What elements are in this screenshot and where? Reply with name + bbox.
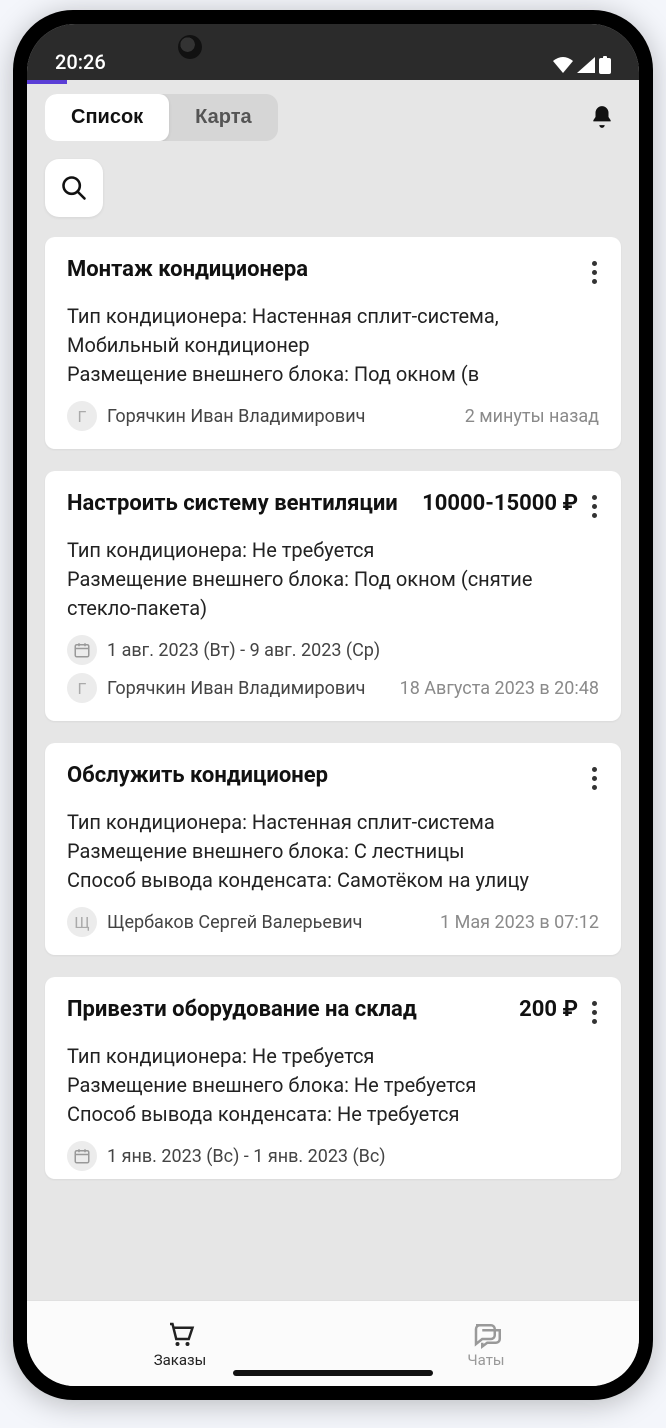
calendar-icon xyxy=(67,1141,97,1171)
orders-list[interactable]: Монтаж кондиционера Тип кондиционера: На… xyxy=(27,237,639,1300)
tab-map[interactable]: Карта xyxy=(169,94,277,141)
nav-orders-label: Заказы xyxy=(154,1351,207,1369)
signal-icon xyxy=(577,57,595,73)
order-menu-button[interactable] xyxy=(590,491,599,522)
loading-progress xyxy=(27,80,639,84)
order-menu-button[interactable] xyxy=(590,763,599,794)
search-icon xyxy=(60,174,88,202)
author-name: Щербаков Сергей Валерьевич xyxy=(107,912,430,933)
order-description: Тип кондиционера: Не требуется Размещени… xyxy=(67,1042,599,1129)
search-button[interactable] xyxy=(45,159,103,217)
order-time: 2 минуты назад xyxy=(465,406,599,427)
author-name: Горячкин Иван Владимирович xyxy=(107,406,455,427)
order-card[interactable]: Привезти оборудование на склад 200 ₽ Тип… xyxy=(45,977,621,1179)
home-indicator[interactable] xyxy=(233,1370,433,1376)
order-card[interactable]: Обслужить кондиционер Тип кондиционера: … xyxy=(45,743,621,955)
order-title: Настроить систему вентиляции xyxy=(67,491,410,516)
screen: 20:26 Список Карта xyxy=(27,24,639,1386)
order-description: Тип кондиционера: Настенная сплит-систем… xyxy=(67,808,599,895)
view-toggle: Список Карта xyxy=(45,94,278,141)
order-price: 10000-15000 ₽ xyxy=(422,491,578,516)
author-name: Горячкин Иван Владимирович xyxy=(107,678,390,699)
avatar: Г xyxy=(67,401,97,431)
notifications-button[interactable] xyxy=(589,98,621,137)
phone-frame: 20:26 Список Карта xyxy=(13,10,653,1400)
nav-chats-label: Чаты xyxy=(467,1351,504,1369)
order-title: Монтаж кондиционера xyxy=(67,257,578,282)
top-bar: Список Карта xyxy=(27,84,639,141)
order-menu-button[interactable] xyxy=(590,257,599,288)
status-bar: 20:26 xyxy=(27,24,639,80)
avatar: Щ xyxy=(67,907,97,937)
cart-icon xyxy=(165,1319,195,1349)
wifi-icon xyxy=(553,57,573,73)
order-card[interactable]: Настроить систему вентиляции 10000-15000… xyxy=(45,471,621,721)
order-time: 18 Августа 2023 в 20:48 xyxy=(400,678,599,699)
order-date-range: 1 авг. 2023 (Вт) - 9 авг. 2023 (Ср) xyxy=(107,640,380,661)
status-time: 20:26 xyxy=(55,50,106,74)
chat-icon xyxy=(471,1319,501,1349)
order-menu-button[interactable] xyxy=(590,997,599,1028)
order-title: Привезти оборудование на склад xyxy=(67,997,507,1022)
order-title: Обслужить кондиционер xyxy=(67,763,578,788)
order-price: 200 ₽ xyxy=(519,997,578,1022)
search-row xyxy=(27,141,639,237)
bell-icon xyxy=(589,104,615,130)
order-date-range: 1 янв. 2023 (Вс) - 1 янв. 2023 (Вс) xyxy=(107,1146,386,1167)
calendar-icon xyxy=(67,635,97,665)
battery-icon xyxy=(599,56,611,74)
order-card[interactable]: Монтаж кондиционера Тип кондиционера: На… xyxy=(45,237,621,449)
avatar: Г xyxy=(67,673,97,703)
order-time: 1 Мая 2023 в 07:12 xyxy=(440,912,599,933)
order-description: Тип кондиционера: Не требуется Размещени… xyxy=(67,536,599,623)
order-description: Тип кондиционера: Настенная сплит-систем… xyxy=(67,302,599,389)
tab-list[interactable]: Список xyxy=(45,94,169,141)
status-icons xyxy=(553,56,611,74)
